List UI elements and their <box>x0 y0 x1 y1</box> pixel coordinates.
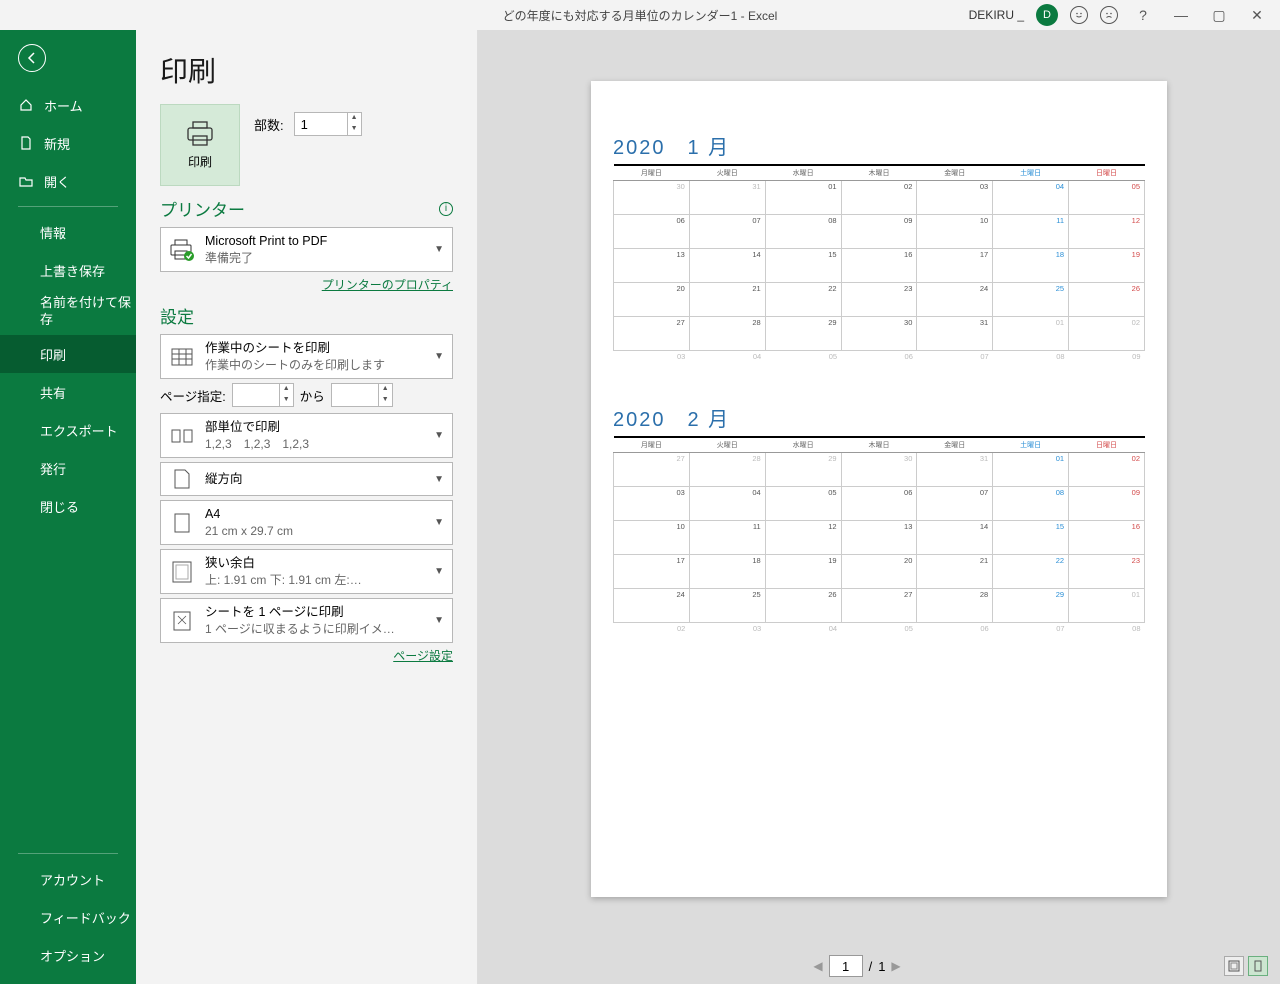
show-margins-button[interactable] <box>1224 956 1244 976</box>
preview-page: 20201 月月曜日火曜日水曜日木曜日金曜日土曜日日曜日303101020304… <box>591 81 1167 897</box>
page-range-label: ページ指定: <box>160 386 226 405</box>
copies-spinner[interactable]: ▲▼ <box>294 112 362 136</box>
sheet-icon <box>169 348 195 366</box>
sidebar-home[interactable]: ホーム <box>0 86 136 124</box>
calendar-title: 20201 月 <box>613 131 1145 160</box>
copies-label: 部数: <box>254 115 284 134</box>
prev-page-button[interactable]: ◀ <box>813 959 822 973</box>
calendar-table: 月曜日火曜日水曜日木曜日金曜日土曜日日曜日3031010203040506070… <box>613 164 1145 385</box>
page-title: 印刷 <box>160 50 453 90</box>
chevron-down-icon: ▼ <box>434 244 444 255</box>
printer-status: 準備完了 <box>205 250 424 266</box>
scaling-dropdown[interactable]: シートを 1 ページに印刷1 ページに収まるように印刷イメ… ▼ <box>160 598 453 643</box>
backstage-sidebar: ホーム 新規 開く 情報 上書き保存 名前を付けて保存 印刷 共有 エクスポート… <box>0 30 136 984</box>
sidebar-info[interactable]: 情報 <box>0 213 136 251</box>
spin-down-icon[interactable]: ▼ <box>348 124 361 135</box>
print-button[interactable]: 印刷 <box>160 104 240 186</box>
sidebar-close[interactable]: 閉じる <box>0 487 136 525</box>
print-scope-dropdown[interactable]: 作業中のシートを印刷作業中のシートのみを印刷します ▼ <box>160 334 453 379</box>
printer-dropdown[interactable]: Microsoft Print to PDF 準備完了 ▼ <box>160 227 453 272</box>
chevron-down-icon: ▼ <box>434 474 444 485</box>
chevron-down-icon: ▼ <box>434 517 444 528</box>
close-window-button[interactable]: ✕ <box>1244 7 1270 24</box>
chevron-down-icon: ▼ <box>434 351 444 362</box>
zoom-to-page-button[interactable] <box>1248 956 1268 976</box>
page-to-spinner[interactable]: ▲▼ <box>331 383 393 407</box>
margins-dropdown[interactable]: 狭い余白上: 1.91 cm 下: 1.91 cm 左:… ▼ <box>160 549 453 594</box>
window-title: どの年度にも対応する月単位のカレンダー1 - Excel <box>503 7 778 24</box>
calendar-title: 20202 月 <box>613 403 1145 432</box>
collate-icon <box>169 427 195 445</box>
spin-up-icon[interactable]: ▲ <box>348 113 361 124</box>
sidebar-export[interactable]: エクスポート <box>0 411 136 449</box>
fit-page-icon <box>169 610 195 632</box>
page-number-input[interactable] <box>829 955 863 977</box>
back-arrow-icon <box>18 44 46 72</box>
user-avatar[interactable]: D <box>1036 4 1058 26</box>
page-setup-link[interactable]: ページ設定 <box>393 649 453 663</box>
orientation-icon <box>169 468 195 490</box>
new-icon <box>18 135 34 151</box>
page-to-input[interactable] <box>332 384 378 406</box>
collate-dropdown[interactable]: 部単位で印刷1,2,3 1,2,3 1,2,3 ▼ <box>160 413 453 458</box>
home-icon <box>18 97 34 113</box>
margins-icon <box>169 561 195 583</box>
page-from-input[interactable] <box>233 384 279 406</box>
title-bar: どの年度にも対応する月単位のカレンダー1 - Excel DEKIRU _ D … <box>0 0 1280 30</box>
help-button[interactable]: ? <box>1130 7 1156 23</box>
sidebar-options[interactable]: オプション <box>0 936 136 974</box>
printer-icon <box>185 121 215 147</box>
printer-status-icon <box>169 239 195 261</box>
sidebar-print[interactable]: 印刷 <box>0 335 136 373</box>
sidebar-publish[interactable]: 発行 <box>0 449 136 487</box>
orientation-dropdown[interactable]: 縦方向 ▼ <box>160 462 453 496</box>
sidebar-account[interactable]: アカウント <box>0 860 136 898</box>
feedback-smile-icon[interactable] <box>1070 6 1088 24</box>
sidebar-open[interactable]: 開く <box>0 162 136 200</box>
minimize-button[interactable]: — <box>1168 7 1194 23</box>
sidebar-feedback[interactable]: フィードバック <box>0 898 136 936</box>
user-name[interactable]: DEKIRU _ <box>969 8 1024 22</box>
copies-input[interactable] <box>295 113 347 135</box>
printer-section-header: プリンター i <box>160 196 453 221</box>
next-page-button[interactable]: ▶ <box>891 959 900 973</box>
sidebar-saveas[interactable]: 名前を付けて保存 <box>0 289 136 335</box>
printer-name: Microsoft Print to PDF <box>205 233 424 250</box>
back-button[interactable] <box>0 30 136 86</box>
open-icon <box>18 173 34 189</box>
page-from-spinner[interactable]: ▲▼ <box>232 383 294 407</box>
maximize-button[interactable]: ▢ <box>1206 7 1232 24</box>
print-preview: 20201 月月曜日火曜日水曜日木曜日金曜日土曜日日曜日303101020304… <box>478 30 1280 948</box>
sidebar-share[interactable]: 共有 <box>0 373 136 411</box>
chevron-down-icon: ▼ <box>434 615 444 626</box>
sidebar-save[interactable]: 上書き保存 <box>0 251 136 289</box>
paper-icon <box>169 513 195 533</box>
page-to-label: から <box>300 386 325 405</box>
paper-size-dropdown[interactable]: A421 cm x 29.7 cm ▼ <box>160 500 453 545</box>
chevron-down-icon: ▼ <box>434 566 444 577</box>
chevron-down-icon: ▼ <box>434 430 444 441</box>
feedback-frown-icon[interactable] <box>1100 6 1118 24</box>
sidebar-new[interactable]: 新規 <box>0 124 136 162</box>
print-settings-panel: 印刷 印刷 部数: ▲▼ プリンター i <box>136 30 478 984</box>
settings-section-header: 設定 <box>160 303 453 328</box>
calendar-table: 月曜日火曜日水曜日木曜日金曜日土曜日日曜日2728293031010203040… <box>613 436 1145 657</box>
info-icon[interactable]: i <box>439 202 453 216</box>
page-total: 1 <box>878 959 885 974</box>
printer-properties-link[interactable]: プリンターのプロパティ <box>322 278 453 292</box>
page-navigator: ◀ / 1 ▶ <box>813 955 900 977</box>
